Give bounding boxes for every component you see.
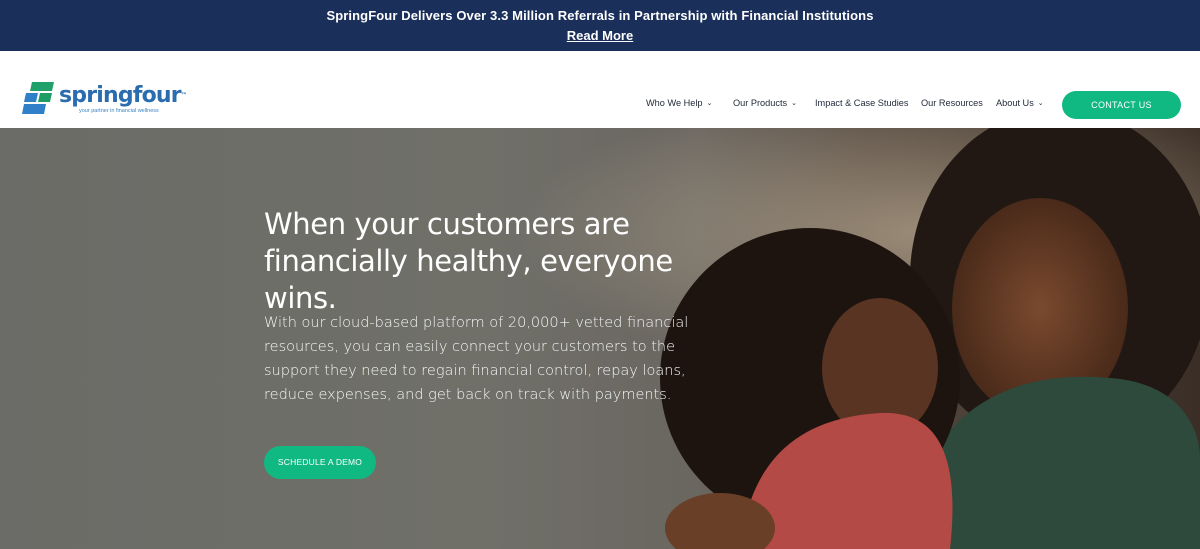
nav-impact-case-studies[interactable]: Impact & Case Studies: [815, 98, 908, 108]
springfour-logo-icon: [22, 82, 54, 114]
nav-our-products[interactable]: Our Products ⌄: [733, 98, 797, 108]
schedule-demo-button[interactable]: SCHEDULE A DEMO: [264, 446, 376, 479]
announcement-bar: SpringFour Delivers Over 3.3 Million Ref…: [0, 0, 1200, 51]
announcement-headline: SpringFour Delivers Over 3.3 Million Ref…: [326, 8, 874, 23]
chevron-down-icon: ⌄: [1037, 100, 1044, 107]
logo-wordmark: springfour™: [59, 83, 187, 108]
chevron-down-icon: ⌄: [791, 100, 797, 107]
nav-who-we-help[interactable]: Who We Help ⌄: [646, 98, 712, 108]
nav-our-resources[interactable]: Our Resources: [921, 98, 983, 108]
hero-section: When your customers are financially heal…: [0, 128, 1200, 549]
site-header: springfour™ your partner in financial we…: [0, 51, 1200, 128]
read-more-link[interactable]: Read More: [0, 28, 1200, 43]
nav-about-us[interactable]: About Us ⌄: [996, 98, 1044, 108]
logo-tagline: your partner in financial wellness: [79, 108, 159, 114]
logo[interactable]: springfour™ your partner in financial we…: [22, 82, 187, 122]
hero-title: When your customers are financially heal…: [264, 207, 673, 315]
contact-us-button[interactable]: CONTACT US: [1062, 91, 1181, 119]
hero-description: With our cloud-based platform of 20,000+…: [264, 315, 689, 403]
chevron-down-icon: ⌄: [706, 100, 713, 107]
